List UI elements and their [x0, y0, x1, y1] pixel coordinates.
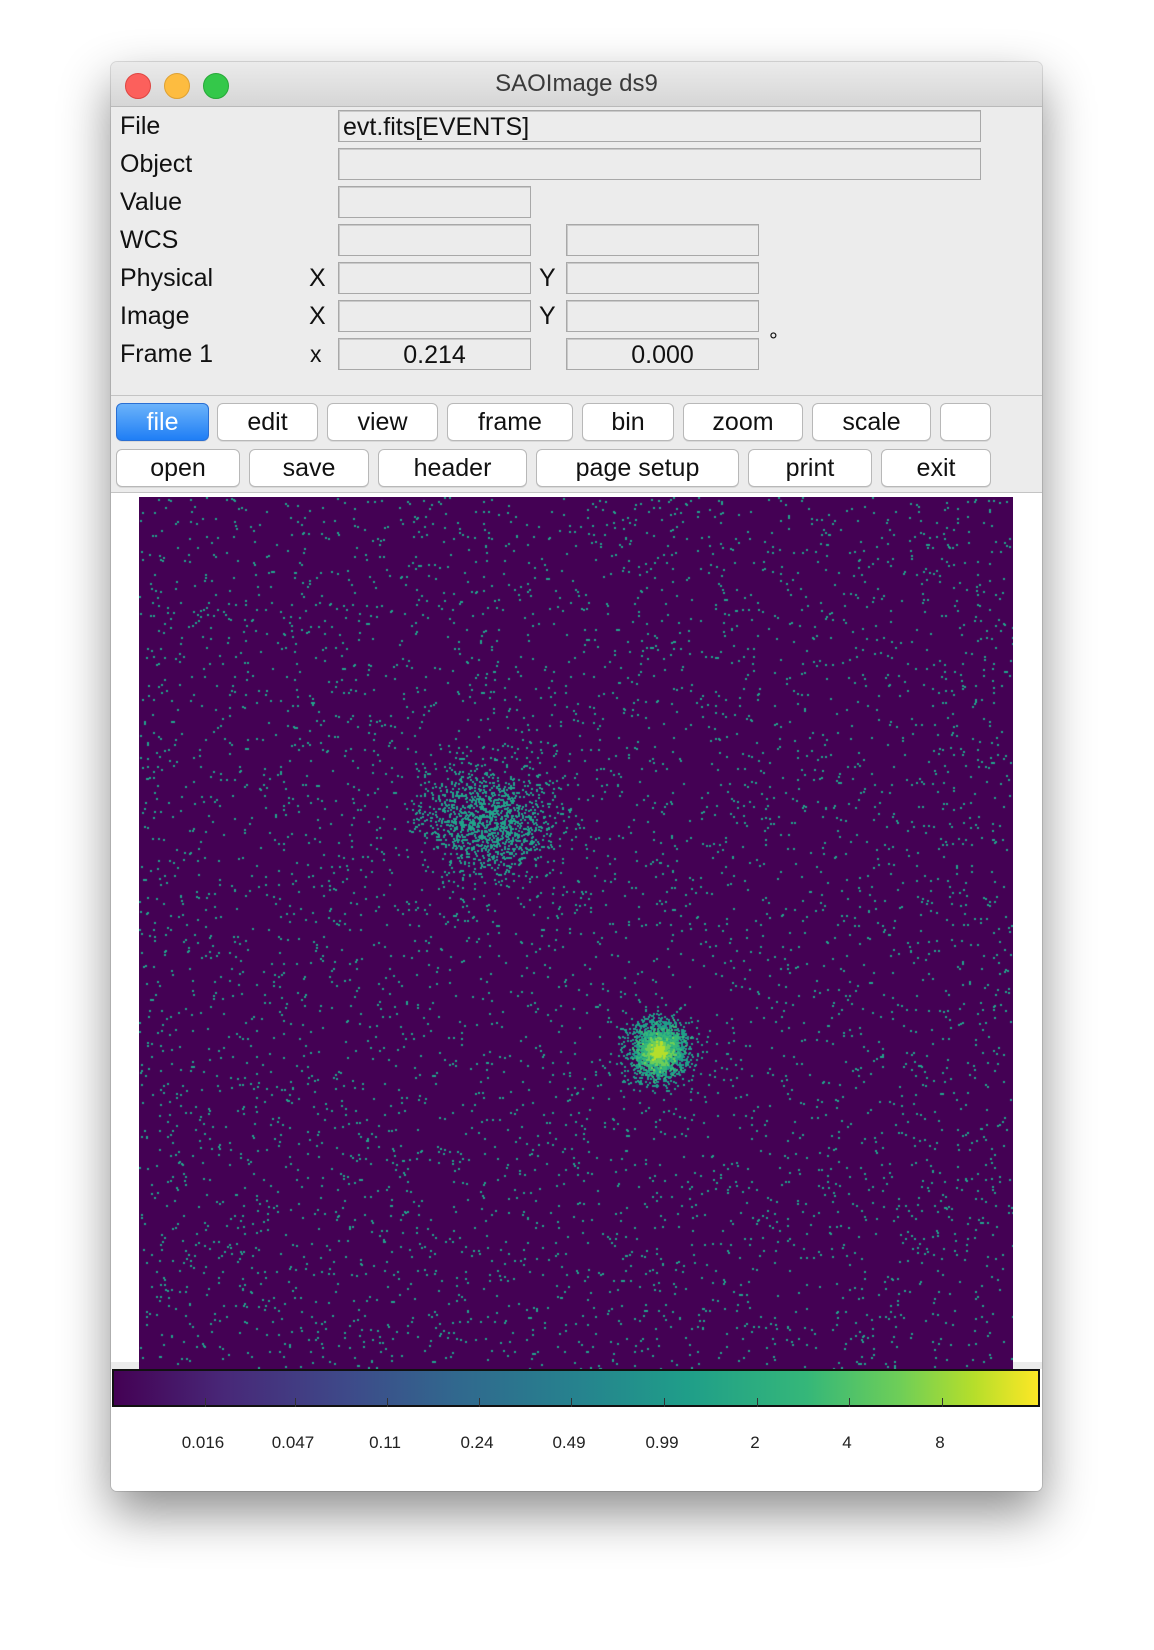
colorbar-tick-label: 0.11 — [369, 1433, 401, 1452]
menu-file-button[interactable]: file — [116, 403, 209, 441]
physical-y-label: Y — [539, 264, 556, 292]
menu-edit-button[interactable]: edit — [217, 403, 318, 441]
physical-row: Physical X Y — [111, 258, 1042, 298]
degree-symbol: ° — [769, 328, 778, 353]
image-y-label: Y — [539, 302, 556, 330]
wcs-field-1[interactable] — [338, 224, 531, 256]
file-label: File — [120, 112, 161, 140]
wcs-label: WCS — [120, 226, 179, 254]
wcs-row: WCS — [111, 220, 1042, 260]
wcs-field-2[interactable] — [566, 224, 759, 256]
colorbar-tick-label: 0.016 — [181, 1433, 225, 1452]
colorbar-tick — [664, 1398, 665, 1407]
image-display-area[interactable] — [111, 492, 1042, 1371]
menu-scale-button[interactable]: scale — [812, 403, 931, 441]
print-button[interactable]: print — [748, 449, 872, 487]
colorbar-tick-label: 8 — [935, 1433, 945, 1452]
menu-bin-button[interactable]: bin — [582, 403, 674, 441]
physical-x-field[interactable] — [338, 262, 531, 294]
colorbar-tick — [295, 1398, 296, 1407]
header-button[interactable]: header — [378, 449, 527, 487]
angle-field[interactable]: 0.000 — [566, 338, 759, 370]
frame-row: Frame 1 x 0.214 0.000 ° — [111, 328, 1042, 374]
ds9-window: SAOImage ds9 File evt.fits[EVENTS] Objec… — [111, 62, 1042, 1491]
menu-frame-button[interactable]: frame — [447, 403, 573, 441]
colorbar-tick-label: 4 — [842, 1433, 852, 1452]
colorbar-tick — [387, 1398, 388, 1407]
colorbar-tick-label: 2 — [750, 1433, 760, 1452]
open-button[interactable]: open — [116, 449, 240, 487]
image-row: Image X Y — [111, 296, 1042, 336]
physical-label: Physical — [120, 264, 214, 292]
value-label: Value — [120, 188, 183, 216]
zoom-x-label: x — [310, 341, 322, 367]
image-label: Image — [120, 302, 190, 330]
xray-event-image[interactable] — [139, 497, 1013, 1371]
menu-more-button[interactable] — [940, 403, 991, 441]
button-bar: file edit view frame bin zoom scale open… — [111, 395, 1042, 492]
colorbar-tick-label: 0.047 — [271, 1433, 315, 1452]
zoom-field[interactable]: 0.214 — [338, 338, 531, 370]
menu-view-button[interactable]: view — [327, 403, 438, 441]
title-bar[interactable]: SAOImage ds9 — [111, 62, 1042, 107]
colorbar-tick — [849, 1398, 850, 1407]
object-label: Object — [120, 150, 193, 178]
exit-button[interactable]: exit — [881, 449, 991, 487]
colorbar-tick-label: 0.99 — [645, 1433, 679, 1452]
colorbar-tick — [571, 1398, 572, 1407]
physical-x-label: X — [309, 264, 326, 292]
object-field[interactable] — [338, 148, 981, 180]
image-y-field[interactable] — [566, 300, 759, 332]
image-x-label: X — [309, 302, 326, 330]
frame-label: Frame 1 — [120, 340, 214, 368]
value-field[interactable] — [338, 186, 531, 218]
image-x-field[interactable] — [338, 300, 531, 332]
save-button[interactable]: save — [249, 449, 369, 487]
colorbar-tick — [479, 1398, 480, 1407]
file-row: File evt.fits[EVENTS] — [111, 106, 1042, 146]
window-title: SAOImage ds9 — [495, 70, 658, 97]
colorbar-tick-label: 0.49 — [552, 1433, 586, 1452]
menu-zoom-button[interactable]: zoom — [683, 403, 803, 441]
object-row: Object — [111, 144, 1042, 184]
colorbar[interactable] — [112, 1369, 1040, 1407]
value-row: Value — [111, 182, 1042, 222]
colorbar-tick — [205, 1398, 206, 1407]
file-field[interactable]: evt.fits[EVENTS] — [338, 110, 981, 142]
colorbar-tick — [757, 1398, 758, 1407]
page-setup-button[interactable]: page setup — [536, 449, 739, 487]
colorbar-panel: 0.016 0.047 0.11 0.24 0.49 0.99 2 4 8 — [111, 1369, 1042, 1491]
physical-y-field[interactable] — [566, 262, 759, 294]
colorbar-tick-label: 0.24 — [460, 1433, 494, 1452]
colorbar-tick — [942, 1398, 943, 1407]
